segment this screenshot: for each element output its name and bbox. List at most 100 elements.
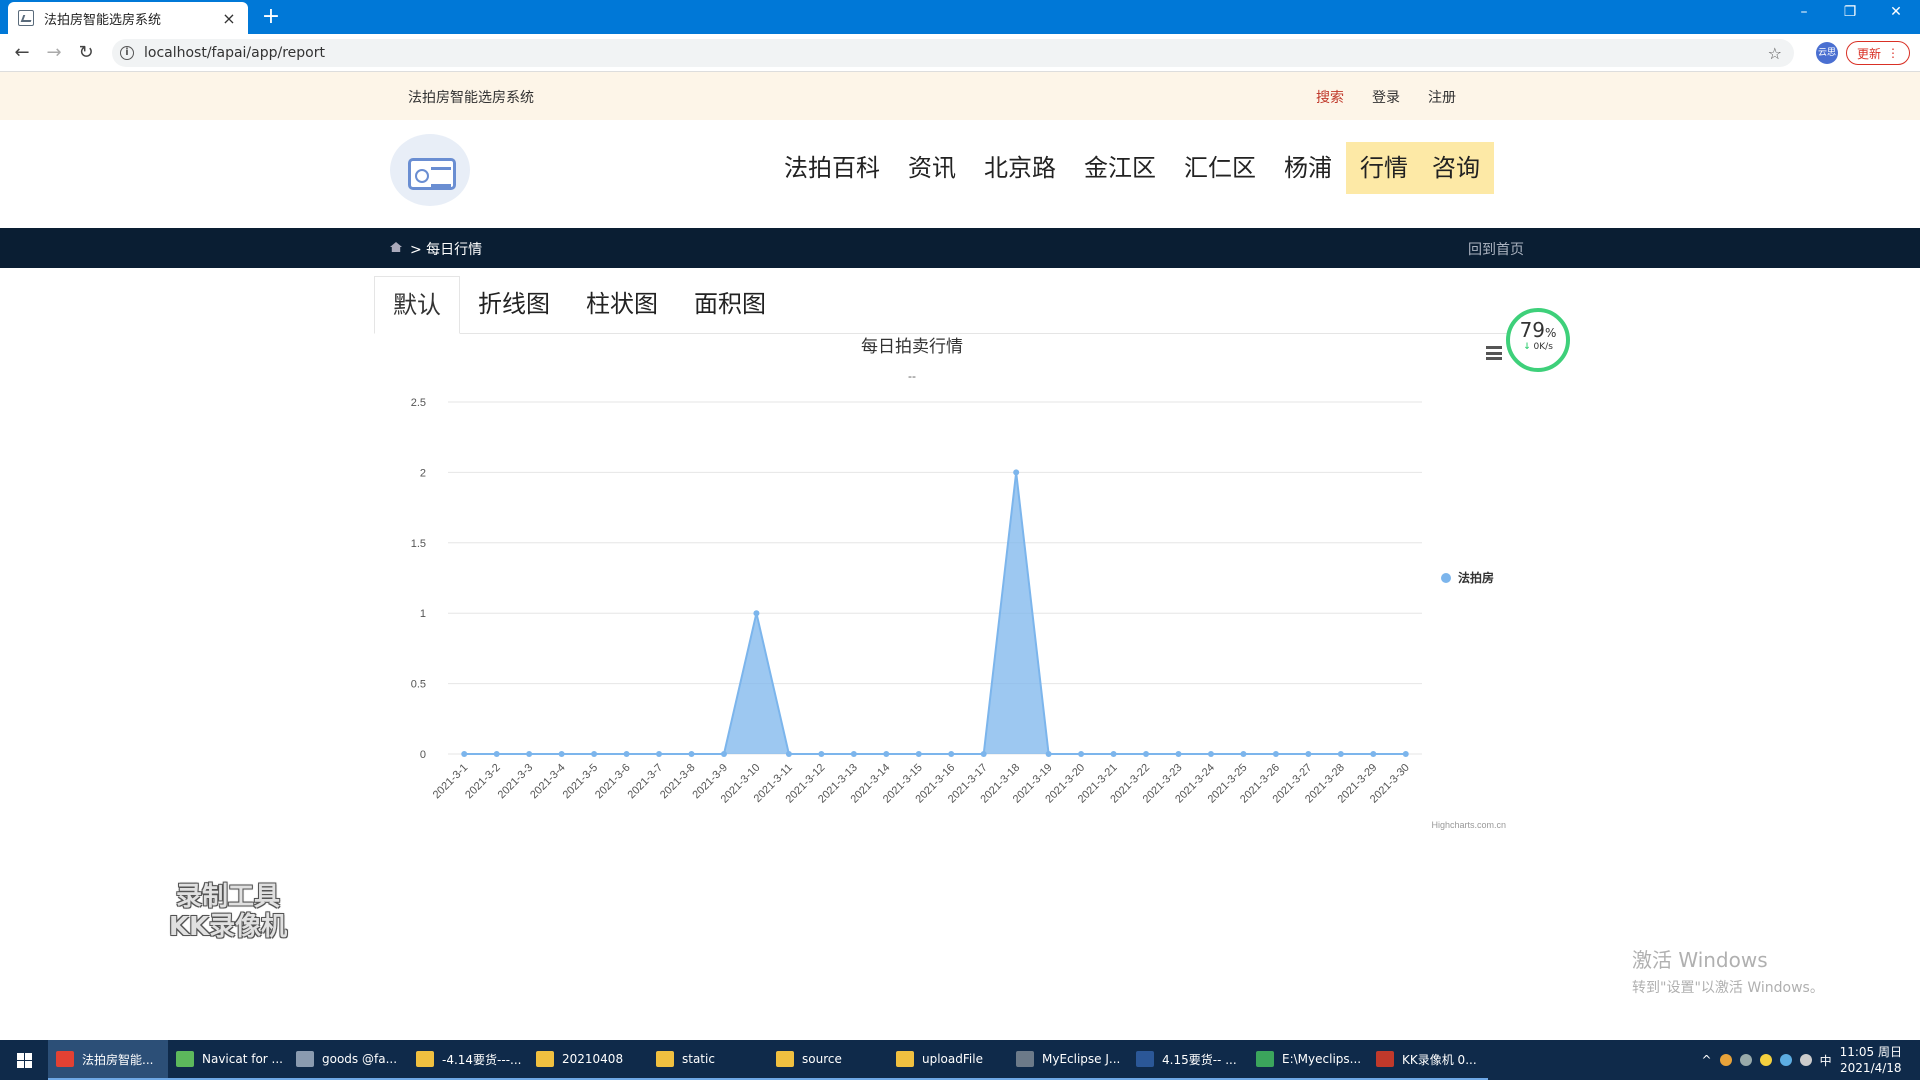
- data-point: [1013, 469, 1020, 476]
- new-tab-button[interactable]: +: [258, 4, 284, 29]
- update-button[interactable]: 更新 ⋮: [1846, 41, 1910, 65]
- y-tick-label: 2.5: [411, 397, 426, 409]
- taskbar-item[interactable]: KK录像机 0...: [1368, 1040, 1488, 1080]
- reload-icon[interactable]: ↻: [74, 41, 98, 65]
- browser-tab[interactable]: 法拍房智能选房系统 ×: [8, 2, 248, 34]
- data-point: [1207, 751, 1214, 757]
- ime-indicator[interactable]: 中: [1820, 1052, 1832, 1069]
- data-point: [720, 751, 727, 757]
- taskbar-item-label: KK录像机 0...: [1402, 1052, 1477, 1067]
- nav-item-yangpu[interactable]: 杨浦: [1270, 142, 1346, 194]
- browser-tab-strip: 法拍房智能选房系统 × + – ❐ ✕: [0, 0, 1920, 34]
- nav-item-beijinglu[interactable]: 北京路: [970, 142, 1070, 194]
- taskbar-item[interactable]: source: [768, 1040, 888, 1080]
- taskbar-item[interactable]: MyEclipse J...: [1008, 1040, 1128, 1080]
- taskbar-item[interactable]: E:\Myeclips...: [1248, 1040, 1368, 1080]
- nav-item-jinjiang[interactable]: 金江区: [1070, 142, 1170, 194]
- nav-item-huiren[interactable]: 汇仁区: [1170, 142, 1270, 194]
- taskbar-item[interactable]: Navicat for ...: [168, 1040, 288, 1080]
- login-link[interactable]: 登录: [1372, 87, 1400, 107]
- network-speed-widget[interactable]: 79% ↓ 0K/s: [1506, 308, 1570, 372]
- chart-menu-icon[interactable]: [1486, 346, 1502, 360]
- taskbar-clock[interactable]: 11:05 周日 2021/4/18: [1840, 1044, 1902, 1076]
- taskbar-app-icon: [176, 1051, 194, 1067]
- search-link[interactable]: 搜索: [1316, 87, 1344, 107]
- data-point: [1337, 751, 1344, 757]
- data-point: [1045, 751, 1052, 757]
- url-text[interactable]: localhost/fapai/app/report: [144, 45, 325, 61]
- data-point: [493, 751, 500, 757]
- taskbar-item-label: goods @fa...: [322, 1052, 398, 1066]
- taskbar: 法拍房智能... Navicat for ... goods @fa... -4.14…: [0, 1040, 1920, 1080]
- speed-percent: 79%: [1510, 318, 1566, 342]
- data-point: [915, 751, 922, 757]
- close-window-button[interactable]: ✕: [1876, 4, 1916, 20]
- back-arrow-icon[interactable]: ←: [10, 41, 34, 65]
- taskbar-item[interactable]: static: [648, 1040, 768, 1080]
- taskbar-item-label: -4.14要货---...: [442, 1052, 522, 1067]
- windows-start-icon[interactable]: [0, 1040, 48, 1080]
- site-logo-icon[interactable]: [390, 134, 470, 206]
- nav-item-market[interactable]: 行情: [1346, 142, 1422, 194]
- restore-window-button[interactable]: ❐: [1830, 4, 1870, 20]
- taskbar-item-label: MyEclipse J...: [1042, 1052, 1121, 1066]
- nav-item-baike[interactable]: 法拍百科: [770, 142, 894, 194]
- data-point: [818, 751, 825, 757]
- y-tick-label: 0.5: [411, 679, 426, 691]
- breadcrumb: > 每日行情: [410, 242, 483, 258]
- data-point: [558, 751, 565, 757]
- data-point: [688, 751, 695, 757]
- taskbar-item[interactable]: uploadFile: [888, 1040, 1008, 1080]
- tab-area[interactable]: 面积图: [676, 276, 784, 333]
- tab-default[interactable]: 默认: [374, 276, 460, 334]
- taskbar-item[interactable]: -4.14要货---...: [408, 1040, 528, 1080]
- tray-network-icon[interactable]: [1779, 1054, 1792, 1066]
- data-point: [850, 751, 857, 757]
- taskbar-item[interactable]: 法拍房智能...: [48, 1040, 168, 1080]
- recorder-watermark: 录制工具 KK录像机: [160, 882, 296, 942]
- clock-date: 2021/4/18: [1840, 1061, 1902, 1075]
- taskbar-item-label: 法拍房智能...: [82, 1052, 154, 1067]
- tray-shield-icon[interactable]: [1759, 1054, 1772, 1066]
- site-header: 法拍百科 资讯 北京路 金江区 汇仁区 杨浦 行情 咨询: [0, 120, 1920, 228]
- nav-item-consult[interactable]: 咨询: [1422, 142, 1494, 194]
- forward-arrow-icon[interactable]: →: [42, 41, 66, 65]
- tray-volume-icon[interactable]: [1799, 1054, 1812, 1066]
- tab-bar[interactable]: 柱状图: [568, 276, 676, 333]
- data-point: [1110, 751, 1117, 757]
- back-home-link[interactable]: 回到首页: [1468, 239, 1524, 259]
- data-point: [526, 751, 533, 757]
- bookmark-star-icon[interactable]: ☆: [1768, 44, 1782, 63]
- speed-rate: ↓ 0K/s: [1510, 342, 1566, 352]
- browser-tab-title: 法拍房智能选房系统: [44, 12, 162, 28]
- nav-item-news[interactable]: 资讯: [894, 142, 970, 194]
- browser-toolbar: ← → ↻ i localhost/fapai/app/report ☆ 云思 …: [0, 34, 1920, 72]
- home-icon[interactable]: [390, 242, 402, 252]
- activate-windows-notice: 激活 Windows 转到"设置"以激活 Windows。: [1632, 944, 1824, 997]
- taskbar-item-label: E:\Myeclips...: [1282, 1052, 1362, 1066]
- tray-expand-icon[interactable]: ^: [1702, 1053, 1712, 1067]
- data-point: [785, 751, 792, 757]
- site-info-icon[interactable]: i: [120, 46, 134, 60]
- tray-printer-icon[interactable]: [1739, 1054, 1752, 1066]
- y-tick-label: 1: [420, 608, 426, 620]
- extension-avatar-icon[interactable]: 云思: [1816, 42, 1838, 64]
- tray-app-icon[interactable]: [1719, 1054, 1732, 1066]
- site-favicon-icon: [18, 10, 34, 26]
- register-link[interactable]: 注册: [1428, 87, 1456, 107]
- tab-line[interactable]: 折线图: [460, 276, 568, 333]
- taskbar-item-label: static: [682, 1052, 715, 1066]
- activate-hint: 转到"设置"以激活 Windows。: [1632, 980, 1824, 996]
- taskbar-item-label: uploadFile: [922, 1052, 983, 1066]
- close-tab-icon[interactable]: ×: [220, 9, 238, 28]
- taskbar-item[interactable]: 4.15要货-- ...: [1128, 1040, 1248, 1080]
- taskbar-item[interactable]: goods @fa...: [288, 1040, 408, 1080]
- data-point: [980, 751, 987, 757]
- taskbar-items: 法拍房智能... Navicat for ... goods @fa... -4.14…: [48, 1040, 1488, 1080]
- taskbar-item[interactable]: 20210408: [528, 1040, 648, 1080]
- minimize-window-button[interactable]: –: [1784, 4, 1824, 20]
- taskbar-app-icon: [416, 1051, 434, 1067]
- chart-credits: Highcharts.com.cn: [1431, 820, 1506, 830]
- address-bar[interactable]: i localhost/fapai/app/report ☆: [112, 39, 1794, 67]
- data-point: [656, 751, 663, 757]
